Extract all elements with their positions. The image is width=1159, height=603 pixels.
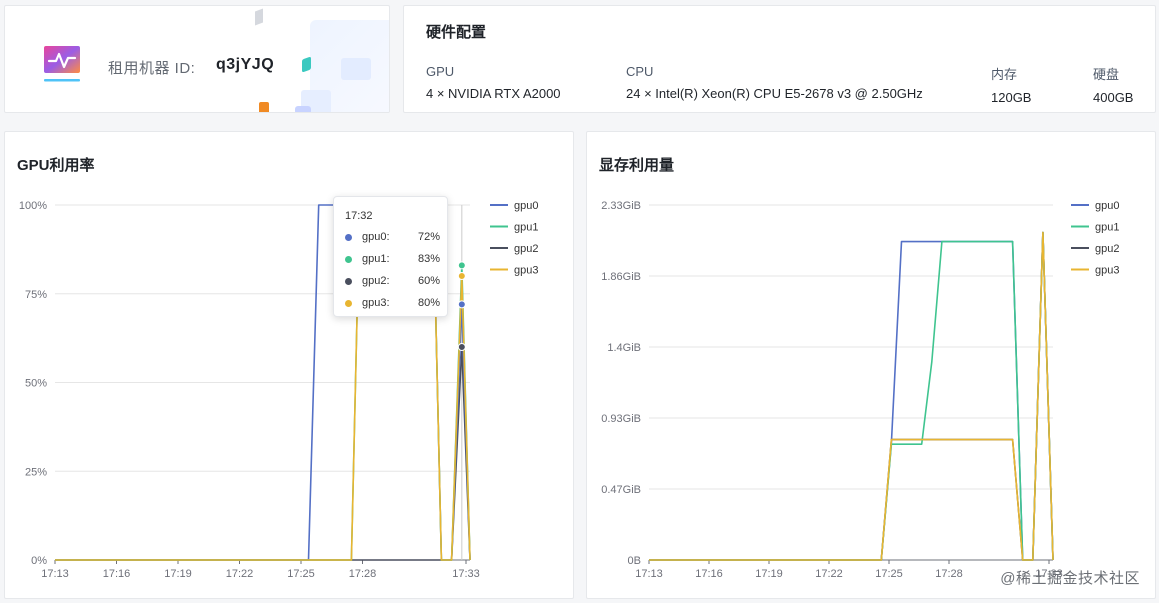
decor-shape xyxy=(341,58,371,80)
tooltip-series-name: gpu2: xyxy=(362,275,390,287)
y-tick-label: 0% xyxy=(31,555,47,567)
legend-label-gpu2: gpu2 xyxy=(1095,243,1119,255)
legend-label-gpu1: gpu1 xyxy=(514,222,538,234)
series-line-gpu1 xyxy=(649,231,1054,561)
series-dot-icon xyxy=(345,234,352,241)
memory-usage-card: 显存利用量 0B 0.47GiB 0.93GiB 1.4GiB 1.86GiB 2.33G… xyxy=(586,131,1156,599)
series-line-gpu2 xyxy=(649,231,1054,561)
hardware-key: GPU xyxy=(426,64,455,79)
machine-id-value: q3jYJQ xyxy=(216,56,275,73)
hardware-key: CPU xyxy=(626,64,654,79)
x-tick-label: 17:16 xyxy=(695,568,723,580)
hover-point-gpu1 xyxy=(457,261,466,270)
series-line-gpu3 xyxy=(649,231,1054,561)
tooltip-row: gpu0: 72% xyxy=(345,231,440,245)
tooltip-series-name: gpu3: xyxy=(362,297,390,309)
y-tick-label: 0.47GiB xyxy=(601,484,641,496)
tooltip-series-value: 60% xyxy=(417,275,440,287)
y-tick-label: 25% xyxy=(25,466,47,478)
tooltip-series-value: 80% xyxy=(417,297,440,309)
y-tick-label: 1.4GiB xyxy=(607,342,641,354)
watermark: @稀土掘金技术社区 xyxy=(1000,570,1140,587)
y-tick-label: 75% xyxy=(25,289,47,301)
legend-label-gpu2: gpu2 xyxy=(514,243,538,255)
x-tick-label: 17:19 xyxy=(755,568,783,580)
tooltip-row: gpu1: 83% xyxy=(345,253,440,267)
hardware-key: 硬盘 xyxy=(1093,67,1120,82)
hardware-card: 硬件配置 GPU 4 × NVIDIA RTX A2000 CPU 24 × I… xyxy=(403,5,1156,113)
x-tick-label: 17:13 xyxy=(635,568,663,580)
hardware-value: 24 × Intel(R) Xeon(R) CPU E5-2678 v3 @ 2… xyxy=(626,86,923,101)
hover-point-gpu3 xyxy=(457,272,466,280)
series-line-gpu0 xyxy=(649,231,1054,561)
hardware-disk: 硬盘 400GB xyxy=(1093,64,1133,105)
x-tick-label: 17:22 xyxy=(226,568,254,580)
y-tick-label: 0.93GiB xyxy=(601,413,641,425)
hardware-value: 400GB xyxy=(1093,90,1134,105)
y-tick-label: 50% xyxy=(25,378,47,390)
machine-id-label: 租用机器 ID: xyxy=(108,60,196,77)
activity-chart-icon xyxy=(44,46,80,82)
series-line-gpu2 xyxy=(55,346,471,561)
tooltip-series-name: gpu0: xyxy=(362,231,390,243)
decor-shape xyxy=(255,8,263,26)
x-tick-label: 17:13 xyxy=(41,568,69,580)
x-tick-label: 17:28 xyxy=(349,568,377,580)
tooltip-series-value: 72% xyxy=(417,231,440,243)
tooltip-time: 17:32 xyxy=(345,210,373,222)
decor-shape xyxy=(295,106,311,112)
series-dot-icon xyxy=(345,256,352,263)
gpu-utilization-chart[interactable]: 0% 25% 50% 75% 100% 17:13 17:16 17:19 17:22 17:25… xyxy=(5,132,575,600)
x-tick-label: 17:22 xyxy=(815,568,843,580)
x-tick-label: 17:33 xyxy=(452,568,480,580)
hardware-value: 120GB xyxy=(991,90,1032,105)
hardware-value: 4 × NVIDIA RTX A2000 xyxy=(426,86,561,101)
tooltip-series-name: gpu1: xyxy=(362,253,390,265)
x-tick-label: 17:16 xyxy=(103,568,131,580)
machine-card: 租用机器 ID: q3jYJQ xyxy=(4,5,390,113)
memory-usage-chart[interactable]: 0B 0.47GiB 0.93GiB 1.4GiB 1.86GiB 2.33GiB 17:1… xyxy=(587,132,1157,600)
hardware-gpu: GPU 4 × NVIDIA RTX A2000 xyxy=(426,64,561,101)
hardware-cpu: CPU 24 × Intel(R) Xeon(R) CPU E5-2678 v3… xyxy=(626,64,923,101)
gpu-utilization-card: GPU利用率 0% 25% 50% 75% 100% 17:13 17:16 17:19 17:… xyxy=(4,131,574,599)
legend-label-gpu0: gpu0 xyxy=(1095,200,1119,212)
y-tick-label: 0B xyxy=(628,555,641,567)
legend-label-gpu1: gpu1 xyxy=(1095,222,1119,234)
series-dot-icon xyxy=(345,300,352,307)
legend-label-gpu3: gpu3 xyxy=(514,265,538,277)
tooltip-series-value: 83% xyxy=(417,253,440,265)
y-tick-label: 2.33GiB xyxy=(601,200,641,212)
series-dot-icon xyxy=(345,278,352,285)
hover-point-gpu2 xyxy=(457,343,466,351)
hover-point-gpu0 xyxy=(457,300,466,309)
y-tick-label: 1.86GiB xyxy=(601,271,641,283)
tooltip-row: gpu3: 80% xyxy=(345,297,440,311)
decor-shape xyxy=(259,102,269,112)
legend-label-gpu0: gpu0 xyxy=(514,200,538,212)
x-tick-label: 17:19 xyxy=(164,568,192,580)
chart-tooltip: 17:32 gpu0: 72% gpu1: 83% gpu2: 60% gpu3… xyxy=(333,196,448,317)
x-tick-label: 17:25 xyxy=(875,568,903,580)
x-tick-label: 17:25 xyxy=(287,568,315,580)
x-tick-label: 17:28 xyxy=(935,568,963,580)
hardware-title: 硬件配置 xyxy=(426,24,487,41)
y-tick-label: 100% xyxy=(19,200,47,212)
hardware-memory: 内存 120GB xyxy=(991,64,1031,105)
tooltip-row: gpu2: 60% xyxy=(345,275,440,289)
hardware-key: 内存 xyxy=(991,67,1018,82)
legend-label-gpu3: gpu3 xyxy=(1095,265,1119,277)
